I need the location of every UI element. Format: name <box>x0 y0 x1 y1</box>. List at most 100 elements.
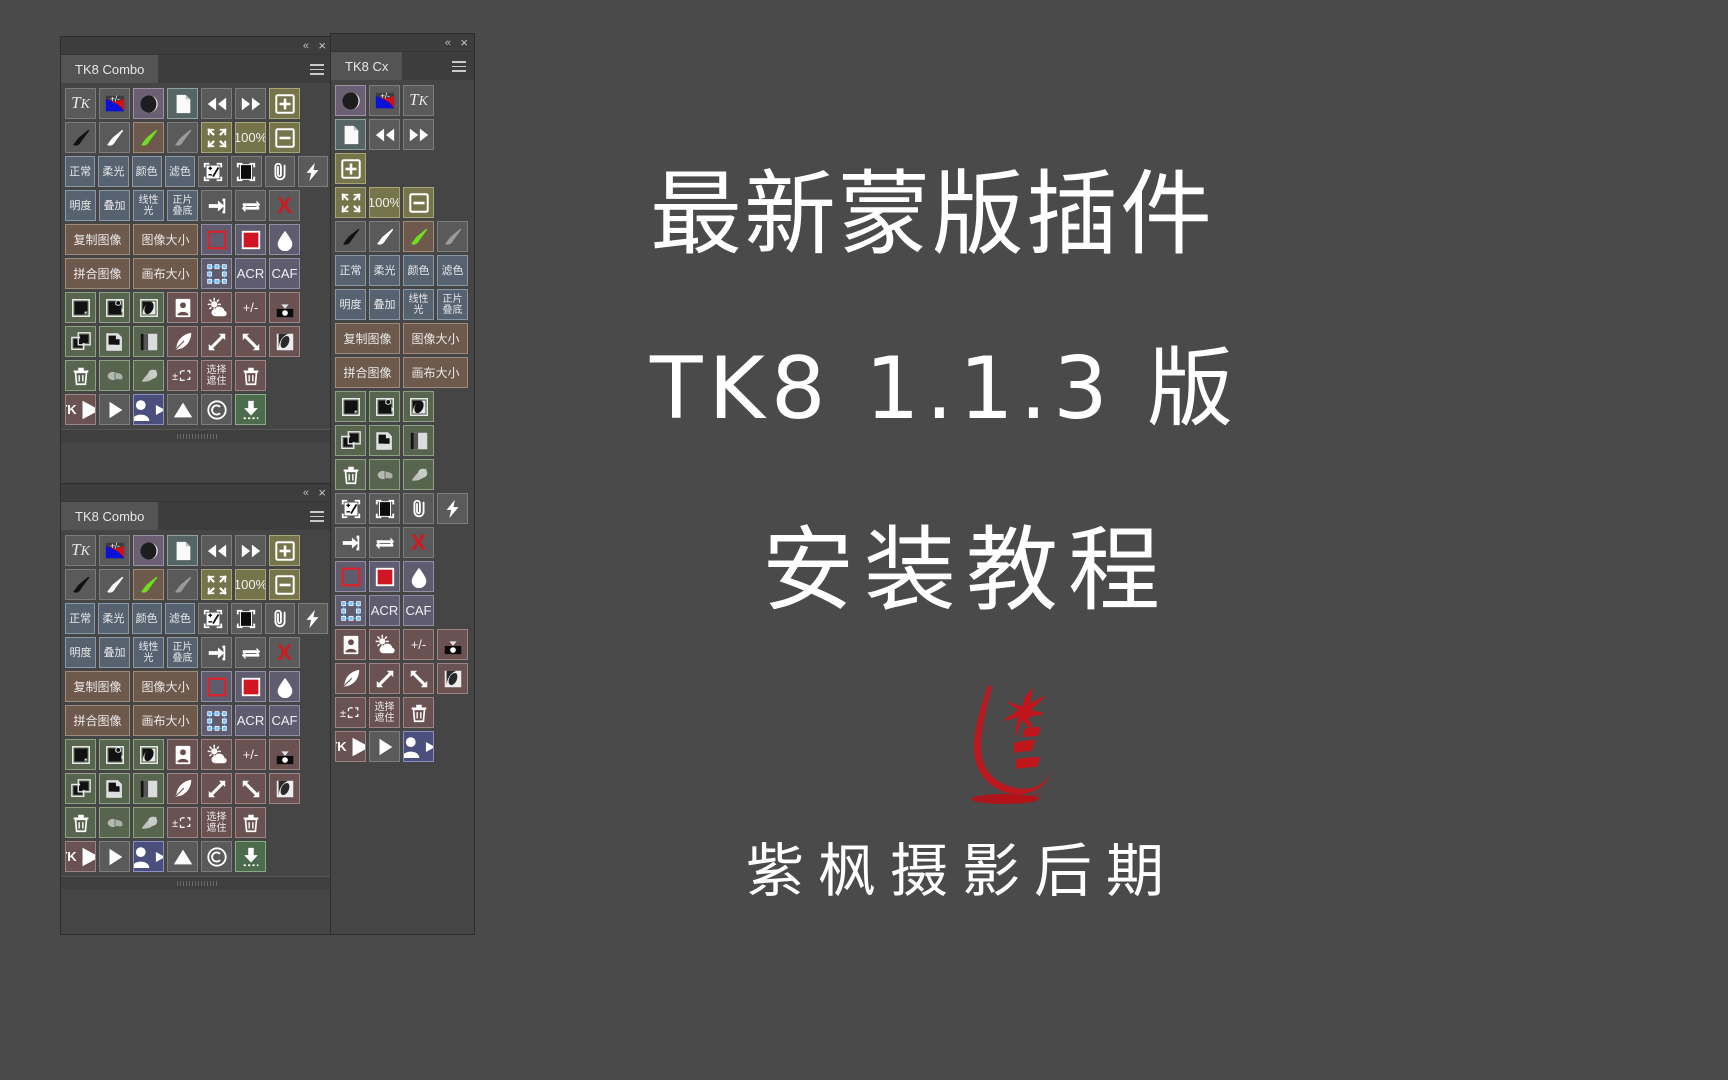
menu-icon[interactable] <box>452 61 466 72</box>
caf-button[interactable]: CAF <box>403 595 434 626</box>
play-action-button[interactable] <box>99 394 130 425</box>
fit-screen-button[interactable] <box>201 122 232 153</box>
merge-down-button[interactable] <box>335 527 366 558</box>
contract-button[interactable] <box>235 773 266 804</box>
swap-button[interactable] <box>235 637 266 668</box>
free-transform-button[interactable] <box>201 705 232 736</box>
weather-button[interactable] <box>201 292 232 323</box>
clip-layer-button[interactable] <box>264 156 295 187</box>
select-and-mask-button[interactable]: 选择 遮住 <box>201 360 232 391</box>
tk-logo-button[interactable]: TK <box>403 85 434 116</box>
copy-layer-button[interactable] <box>369 425 400 456</box>
blend-luminosity-button[interactable]: 明度 <box>65 637 96 668</box>
free-transform-button[interactable] <box>201 258 232 289</box>
layer-via-copy-button[interactable] <box>99 292 130 323</box>
mask-download-button[interactable] <box>269 739 300 770</box>
play-action-button[interactable] <box>99 841 130 872</box>
feather-button[interactable] <box>167 773 198 804</box>
weather-button[interactable] <box>201 739 232 770</box>
levels-button[interactable] <box>198 156 229 187</box>
layer-mask-button[interactable] <box>133 292 164 323</box>
delete-x-button[interactable]: X <box>269 637 300 668</box>
invert-mask-button[interactable] <box>269 773 300 804</box>
zoom-in-button[interactable] <box>335 153 366 184</box>
select-and-mask-button[interactable]: 选择 遮住 <box>201 807 232 838</box>
levels-button[interactable] <box>198 603 229 634</box>
caf-button[interactable]: CAF <box>269 258 300 289</box>
clip-layer-button[interactable] <box>403 493 434 524</box>
contract-button[interactable] <box>235 326 266 357</box>
copyright-button[interactable] <box>201 394 232 425</box>
delete-layer-button[interactable] <box>335 459 366 490</box>
delete-x-button[interactable]: X <box>269 190 300 221</box>
collapse-icon[interactable]: « <box>303 485 309 501</box>
layer-via-copy-button[interactable] <box>99 739 130 770</box>
tk-actions-button[interactable]: TK <box>65 841 96 872</box>
user-action-button[interactable] <box>133 394 164 425</box>
blend-linear-light-button[interactable]: 线性光 <box>133 637 164 668</box>
tab-tk8-cx[interactable]: TK8 Cx <box>331 52 403 80</box>
zoom-100-button[interactable]: 100% <box>235 569 266 600</box>
tab-tk8-combo[interactable]: TK8 Combo <box>61 55 159 83</box>
blend-color-button[interactable]: 颜色 <box>131 156 162 187</box>
layer-mask-button[interactable] <box>133 739 164 770</box>
menu-icon[interactable] <box>310 511 324 522</box>
invert-mask-button[interactable] <box>437 663 468 694</box>
duplicate-image-button[interactable]: 复制图像 <box>335 323 400 354</box>
zoom-100-button[interactable]: 100% <box>235 122 266 153</box>
tk-logo-button[interactable]: TK <box>65 535 96 566</box>
tk-actions-button[interactable]: TK <box>65 394 96 425</box>
stroke-selection-button[interactable] <box>201 671 232 702</box>
duplicate-image-button[interactable]: 复制图像 <box>65 224 130 255</box>
layer-mask-button[interactable] <box>403 391 434 422</box>
menu-icon[interactable] <box>310 64 324 75</box>
brush-white-button[interactable] <box>99 122 130 153</box>
new-document-button[interactable] <box>167 88 198 119</box>
blend-soft-light-button[interactable]: 柔光 <box>98 156 129 187</box>
new-layer-button[interactable] <box>335 391 366 422</box>
mask-download-button[interactable] <box>269 292 300 323</box>
image-size-button[interactable]: 图像大小 <box>403 323 468 354</box>
layer-via-copy-button[interactable] <box>369 391 400 422</box>
blend-linear-light-button[interactable]: 线性光 <box>133 190 164 221</box>
brush-white-button[interactable] <box>99 569 130 600</box>
flash-button[interactable] <box>297 603 328 634</box>
triangle-button[interactable] <box>167 841 198 872</box>
brush-green-button[interactable] <box>133 569 164 600</box>
modify-selection-button[interactable]: ± <box>335 697 366 728</box>
circle-tone-button[interactable] <box>133 535 164 566</box>
circle-tone-button[interactable] <box>133 88 164 119</box>
blend-multiply-button[interactable]: 正片 叠底 <box>167 637 198 668</box>
weather-button[interactable] <box>369 629 400 660</box>
preview-mask-button[interactable] <box>99 807 130 838</box>
forward-button[interactable] <box>403 119 434 150</box>
delete-selection-button[interactable] <box>235 360 266 391</box>
flatten-image-button[interactable]: 拼合图像 <box>335 357 400 388</box>
blend-color-button[interactable]: 颜色 <box>403 255 434 286</box>
delete-x-button[interactable]: X <box>403 527 434 558</box>
brush-black-button[interactable] <box>65 122 96 153</box>
feather-button[interactable] <box>335 663 366 694</box>
preview-mask-button[interactable] <box>369 459 400 490</box>
contract-button[interactable] <box>403 663 434 694</box>
resize-grip[interactable] <box>176 881 217 886</box>
duplicate-layer-button[interactable] <box>65 773 96 804</box>
collapse-icon[interactable]: « <box>445 35 451 51</box>
stroke-selection-button[interactable] <box>201 224 232 255</box>
half-tone-button[interactable] <box>133 360 164 391</box>
user-action-button[interactable] <box>133 841 164 872</box>
free-transform-button[interactable] <box>335 595 366 626</box>
mask-download-button[interactable] <box>437 629 468 660</box>
plus-minus-button[interactable]: +/- <box>235 292 266 323</box>
brush-white-button[interactable] <box>369 221 400 252</box>
tk-actions-button[interactable]: TK <box>335 731 366 762</box>
circle-tone-button[interactable] <box>335 85 366 116</box>
acr-button[interactable]: ACR <box>369 595 400 626</box>
zoom-100-button[interactable]: 100% <box>369 187 400 218</box>
fit-screen-button[interactable] <box>335 187 366 218</box>
fill-red-button[interactable] <box>369 561 400 592</box>
blend-overlay-button[interactable]: 叠加 <box>99 190 130 221</box>
plus-minus-button[interactable]: +/- <box>235 739 266 770</box>
blend-soft-light-button[interactable]: 柔光 <box>369 255 400 286</box>
resize-grip[interactable] <box>176 434 217 439</box>
